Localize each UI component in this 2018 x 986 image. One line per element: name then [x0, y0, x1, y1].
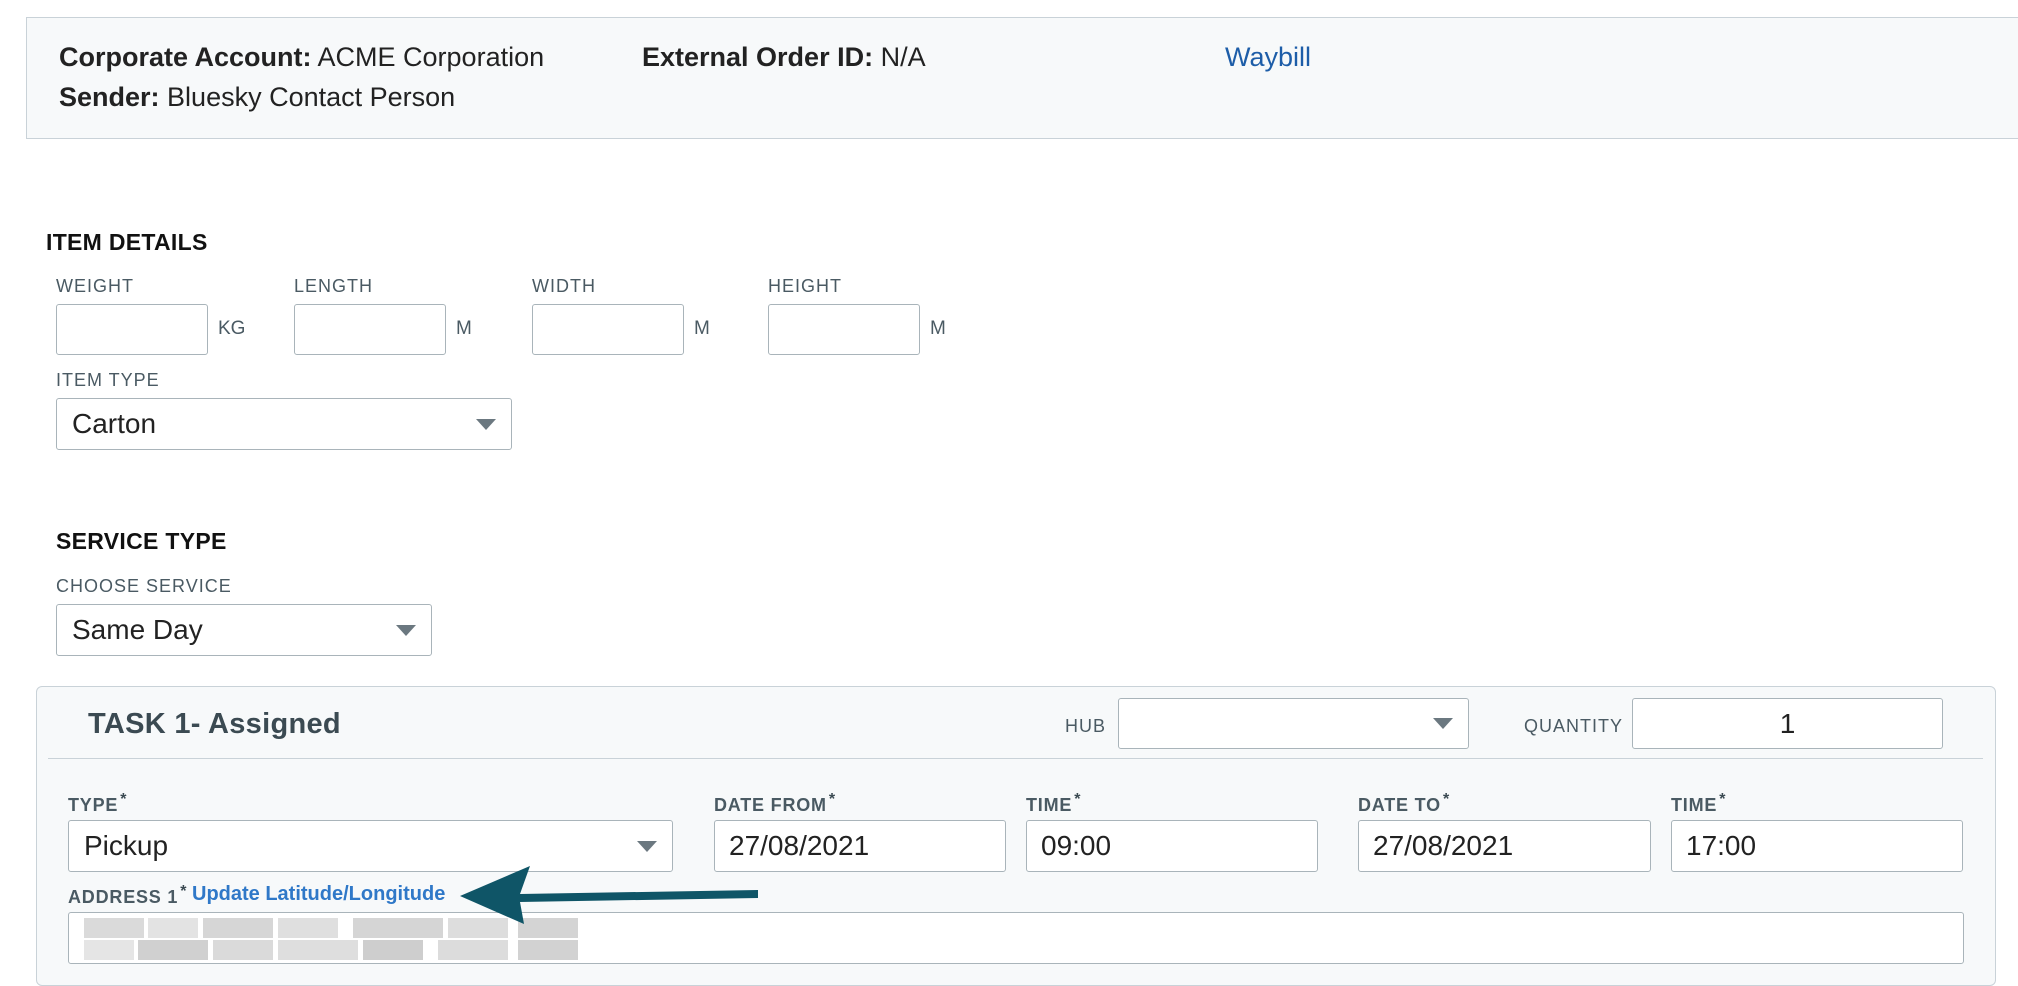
time-from-label: TIME *: [1026, 791, 1082, 815]
order-info-panel: [26, 17, 2018, 139]
length-unit: M: [456, 318, 472, 339]
width-label: WIDTH: [532, 276, 596, 296]
waybill-link[interactable]: Waybill: [1225, 42, 1311, 73]
required-mark: *: [120, 791, 128, 808]
corporate-account-value: ACME Corporation: [317, 42, 545, 72]
time-to-input[interactable]: [1671, 820, 1963, 872]
sender-label: Sender:: [59, 82, 160, 112]
height-label: HEIGHT: [768, 276, 843, 296]
quantity-label: QUANTITY: [1524, 716, 1624, 736]
item-details-title: ITEM DETAILS: [46, 229, 208, 255]
external-order-value: N/A: [880, 42, 926, 72]
item-type-label: ITEM TYPE: [56, 370, 160, 390]
required-mark: *: [1442, 791, 1450, 808]
weight-input[interactable]: [56, 304, 208, 355]
choose-service-label: CHOOSE SERVICE: [56, 576, 232, 596]
task-title: TASK 1- Assigned: [88, 708, 341, 740]
item-type-select[interactable]: Carton: [56, 398, 512, 450]
quantity-input[interactable]: [1632, 698, 1943, 749]
time-to-label: TIME *: [1671, 791, 1727, 815]
chevron-down-icon: [396, 624, 416, 636]
date-from-label: DATE FROM *: [714, 791, 836, 815]
required-mark: *: [1719, 791, 1727, 808]
task-divider: [48, 758, 1983, 759]
chevron-down-icon: [637, 840, 657, 852]
height-input[interactable]: [768, 304, 920, 355]
chevron-down-icon: [476, 418, 496, 430]
task-type-value: Pickup: [84, 830, 169, 861]
hub-select[interactable]: [1118, 698, 1469, 749]
choose-service-select[interactable]: Same Day: [56, 604, 432, 656]
choose-service-value: Same Day: [72, 614, 203, 645]
corporate-account: Corporate Account: ACME Corporation: [59, 42, 544, 73]
address-label: ADDRESS 1 *: [68, 883, 188, 907]
required-mark: *: [180, 883, 188, 900]
date-to-input[interactable]: [1358, 820, 1651, 872]
width-input[interactable]: [532, 304, 684, 355]
sender: Sender: Bluesky Contact Person: [59, 82, 455, 113]
required-mark: *: [828, 791, 836, 808]
height-unit: M: [930, 318, 946, 339]
length-input[interactable]: [294, 304, 446, 355]
external-order-label: External Order ID:: [642, 42, 874, 72]
service-type-title: SERVICE TYPE: [56, 528, 227, 554]
required-mark: *: [1074, 791, 1082, 808]
date-to-label: DATE TO *: [1358, 791, 1450, 815]
length-label: LENGTH: [294, 276, 374, 296]
weight-unit: KG: [218, 318, 246, 339]
chevron-down-icon: [1433, 718, 1453, 729]
time-from-input[interactable]: [1026, 820, 1318, 872]
hub-label: HUB: [1065, 716, 1107, 736]
arrow-left-icon: [460, 866, 758, 924]
weight-label: WEIGHT: [56, 276, 134, 296]
external-order-id: External Order ID: N/A: [642, 42, 926, 73]
corporate-account-label: Corporate Account:: [59, 42, 312, 72]
update-latlng-link[interactable]: Update Latitude/Longitude: [192, 883, 445, 906]
sender-value: Bluesky Contact Person: [167, 82, 456, 112]
type-label: TYPE *: [68, 791, 128, 815]
item-type-value: Carton: [72, 408, 157, 439]
width-unit: M: [694, 318, 710, 339]
